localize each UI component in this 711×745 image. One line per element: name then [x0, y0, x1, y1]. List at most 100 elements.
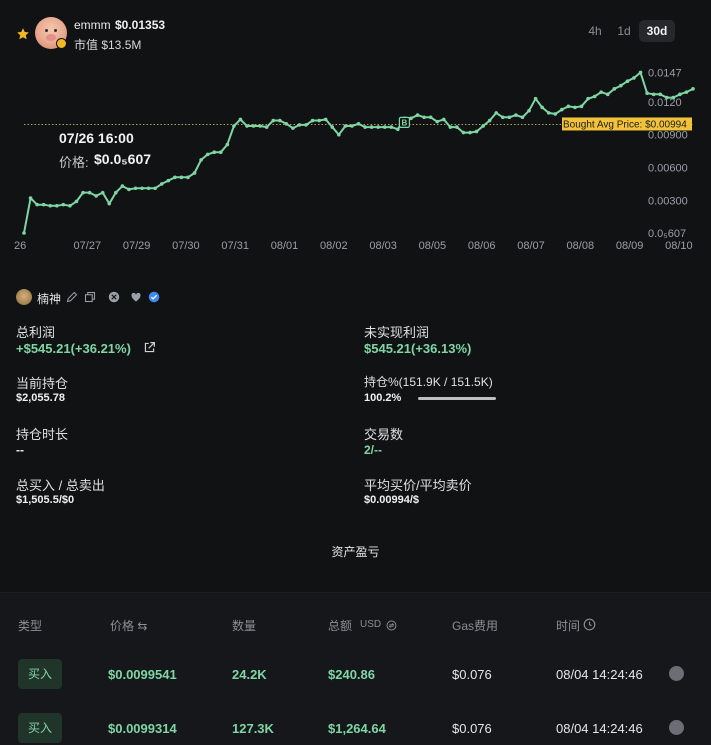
x-tick-label: 07/30	[172, 240, 200, 252]
avg-price-value: $0.00994/$	[364, 494, 420, 506]
col-total: 总额	[328, 619, 353, 633]
trade-type-badge: 买入	[18, 659, 62, 689]
price-point	[41, 202, 46, 207]
price-point	[107, 201, 112, 206]
holding-label: 当前持仓	[16, 376, 69, 391]
timeframe-4h[interactable]: 4h	[583, 20, 607, 42]
y-tick-label: 0.00600	[648, 163, 688, 175]
heart-icon[interactable]	[130, 291, 142, 303]
price-point	[441, 117, 446, 122]
price-point	[651, 92, 656, 97]
col-gas: Gas费用	[452, 619, 499, 633]
hold-duration-label: 持仓时长	[16, 427, 69, 442]
price-point	[310, 118, 315, 123]
tx-detail-icon[interactable]	[669, 720, 684, 735]
price-point	[192, 171, 197, 175]
external-link-icon[interactable]	[143, 341, 156, 354]
price-point	[251, 124, 256, 128]
price-point	[54, 203, 59, 208]
trade-time: 08/04 14:24:46	[556, 667, 643, 682]
holding-value: $2,055.78	[16, 392, 65, 404]
tooltip-price: $0.0₅607	[94, 151, 152, 167]
buy-sell-value: $1,505.5/$0	[16, 494, 75, 506]
price-point	[218, 150, 223, 155]
timeframe-1d[interactable]: 1d	[613, 20, 635, 42]
x-tick-label: 26	[14, 240, 26, 252]
price-point	[238, 117, 243, 122]
star-icon[interactable]	[16, 27, 30, 41]
price-point	[428, 115, 433, 120]
hold-duration-value: --	[16, 443, 24, 457]
price-point	[474, 129, 479, 134]
price-point	[277, 118, 282, 123]
price-point	[468, 130, 472, 135]
price-point	[553, 112, 558, 116]
wallet-name: 楠神	[37, 292, 62, 306]
price-point	[297, 123, 302, 127]
x-tick-label: 08/09	[616, 240, 644, 252]
price-point	[205, 152, 210, 157]
clock-icon[interactable]	[583, 618, 596, 631]
price-point	[520, 115, 525, 120]
tooltip-price-label: 价格:	[59, 155, 89, 170]
price-point	[317, 118, 321, 123]
trade-total: $240.86	[328, 667, 375, 682]
trade-time: 08/04 14:24:46	[556, 721, 643, 736]
trade-price: $0.0099314	[108, 721, 177, 736]
copy-icon[interactable]	[84, 291, 96, 303]
col-total-unit[interactable]: USD	[360, 619, 381, 630]
price-point	[356, 122, 361, 126]
price-point	[625, 79, 630, 84]
price-point	[540, 105, 544, 110]
price-point	[487, 118, 492, 123]
price-point	[415, 113, 420, 117]
assets-pnl-tab[interactable]: 资产盈亏	[0, 543, 711, 560]
trade-total: $1,264.64	[328, 721, 386, 736]
holding-pct-value: 100.2%	[364, 392, 402, 404]
holding-pct-label: 持仓%(151.9K / 151.5K)	[364, 375, 493, 389]
buy-marker-label: B	[402, 118, 408, 127]
price-point	[127, 187, 131, 192]
col-time: 时间	[556, 619, 581, 633]
y-tick-label: 0.00900	[648, 130, 688, 142]
price-point	[245, 124, 249, 128]
x-tick-label: 08/08	[567, 240, 595, 252]
price-point	[343, 124, 348, 128]
price-point	[573, 105, 577, 110]
price-point	[225, 142, 230, 147]
price-point	[691, 87, 695, 91]
swap-currency-icon[interactable]	[386, 620, 397, 631]
price-point	[658, 92, 663, 97]
timeframe-30d[interactable]: 30d	[639, 20, 675, 42]
x-tick-label: 07/31	[221, 240, 249, 252]
col-price[interactable]: 价格 ⇆	[110, 617, 147, 634]
y-tick-label: 0.0120	[648, 97, 682, 109]
trade-qty: 24.2K	[232, 667, 267, 682]
price-point	[48, 203, 53, 208]
price-point	[494, 111, 499, 115]
market-cap: 市值 $13.5M	[74, 38, 142, 52]
price-point	[533, 96, 538, 101]
price-point	[619, 83, 623, 88]
total-profit-value: +$545.21(+36.21%)	[16, 341, 131, 356]
trades-value: 2/--	[364, 443, 382, 457]
price-point	[455, 125, 459, 129]
price-point	[258, 124, 262, 128]
col-qty: 数量	[232, 619, 257, 633]
trades-table: 类型 价格 ⇆ 数量 总额 USD Gas费用 时间 买入 $0.0099541…	[0, 592, 711, 745]
price-point	[632, 76, 636, 80]
price-point	[422, 115, 426, 120]
token-name: emmm	[74, 18, 111, 32]
price-point	[376, 125, 380, 129]
x-social-icon[interactable]	[108, 291, 120, 303]
table-row[interactable]: 买入 $0.0099541 24.2K $240.86 $0.076 08/04…	[0, 659, 711, 699]
edit-icon[interactable]	[66, 291, 78, 303]
x-tick-label: 08/06	[468, 240, 496, 252]
table-row[interactable]: 买入 $0.0099314 127.3K $1,264.64 $0.076 08…	[0, 713, 711, 745]
trade-gas: $0.076	[452, 721, 492, 736]
price-point	[94, 194, 98, 198]
price-point	[330, 125, 335, 129]
price-point	[592, 94, 597, 99]
tx-detail-icon[interactable]	[669, 666, 684, 681]
price-point	[100, 190, 105, 195]
